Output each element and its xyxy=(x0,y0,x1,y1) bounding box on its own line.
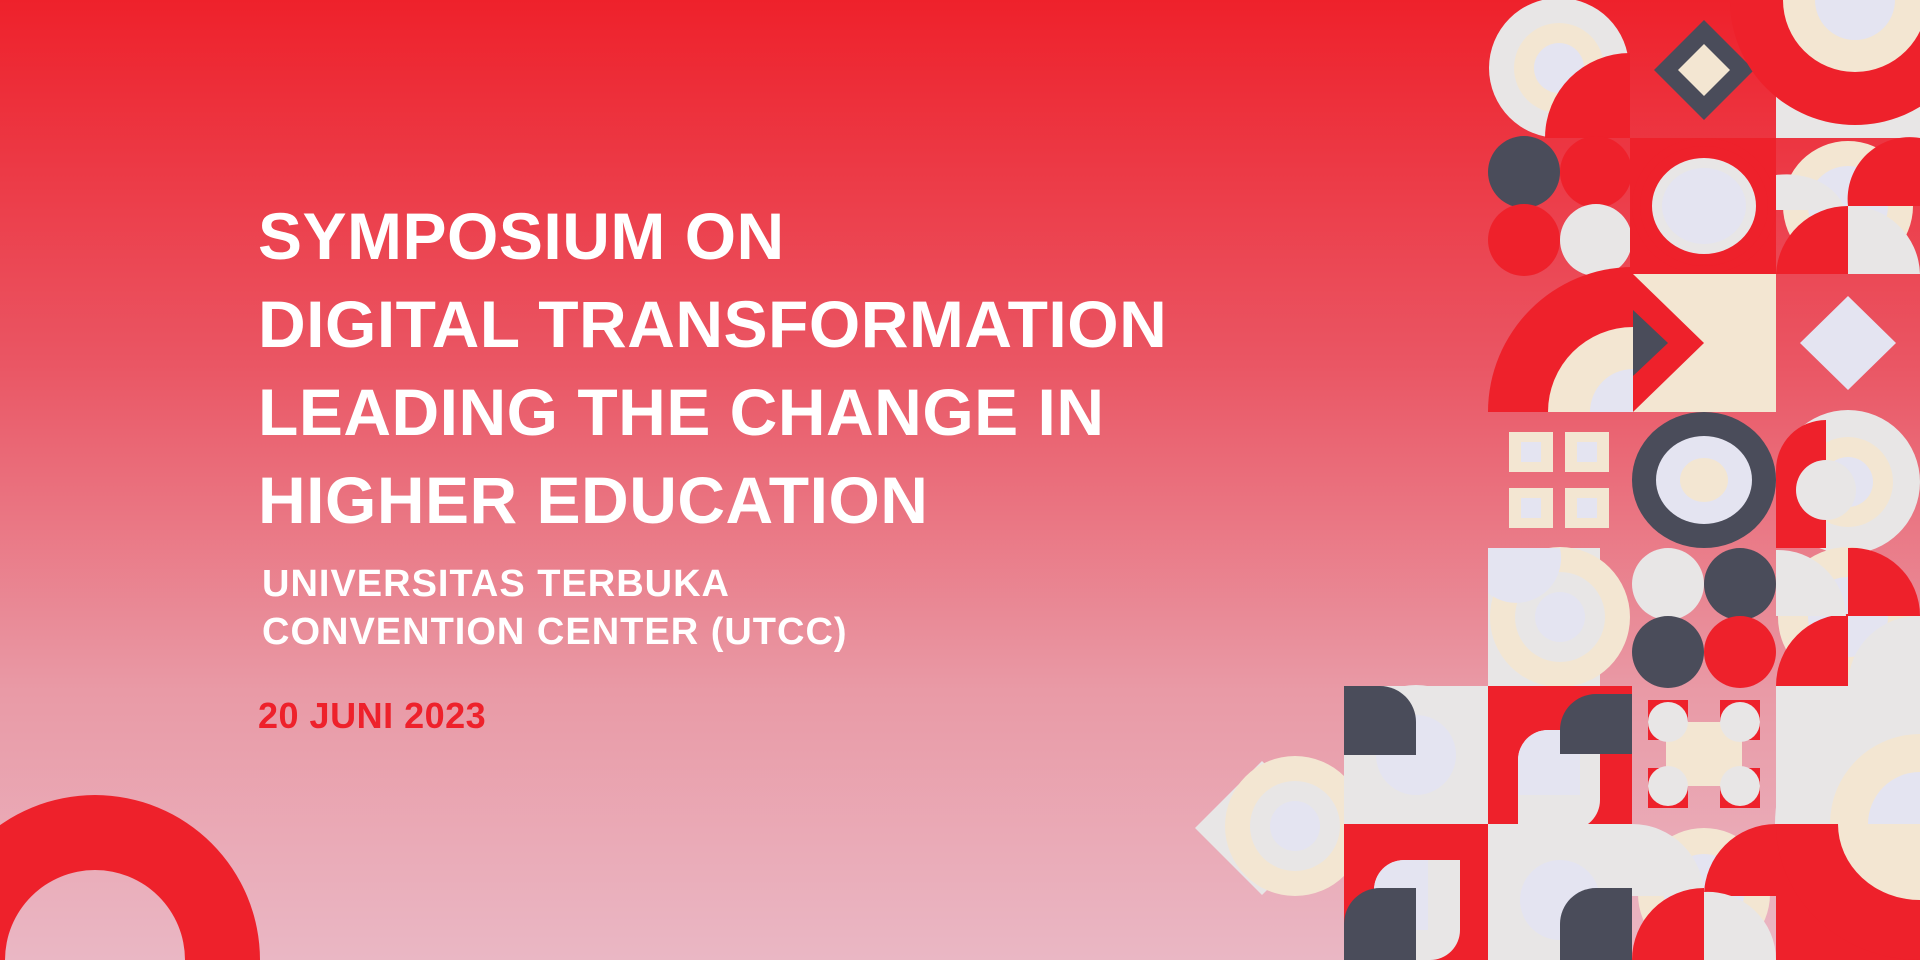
pattern-tile xyxy=(1488,547,1630,687)
pattern-tile xyxy=(1489,0,1630,138)
pattern-tile xyxy=(1800,296,1896,390)
pattern-tile xyxy=(1632,824,1776,960)
pattern-tile xyxy=(1776,547,1920,687)
pattern-tile xyxy=(1488,267,1633,412)
pattern-tile xyxy=(1648,700,1760,808)
pattern-tile xyxy=(1632,412,1776,548)
pattern-tile xyxy=(1776,137,1920,274)
pattern-tile xyxy=(1776,824,1920,960)
pattern-tile xyxy=(1344,824,1488,960)
pattern-tile xyxy=(1488,686,1632,830)
pattern-tile xyxy=(1630,138,1776,274)
pattern-tile xyxy=(1632,548,1776,688)
geometric-pattern xyxy=(1195,0,1920,960)
event-banner: SYMPOSIUM ON DIGITAL TRANSFORMATION LEAD… xyxy=(0,0,1920,960)
pattern-tile xyxy=(1195,756,1365,896)
pattern-tile xyxy=(1776,410,1920,554)
pattern-tile xyxy=(1730,0,1920,138)
pattern-tile xyxy=(1488,136,1632,276)
pattern-tile xyxy=(1509,432,1609,528)
pattern-tile xyxy=(1488,824,1632,960)
pattern-tile xyxy=(1633,274,1776,412)
pattern-tile xyxy=(1344,685,1488,825)
